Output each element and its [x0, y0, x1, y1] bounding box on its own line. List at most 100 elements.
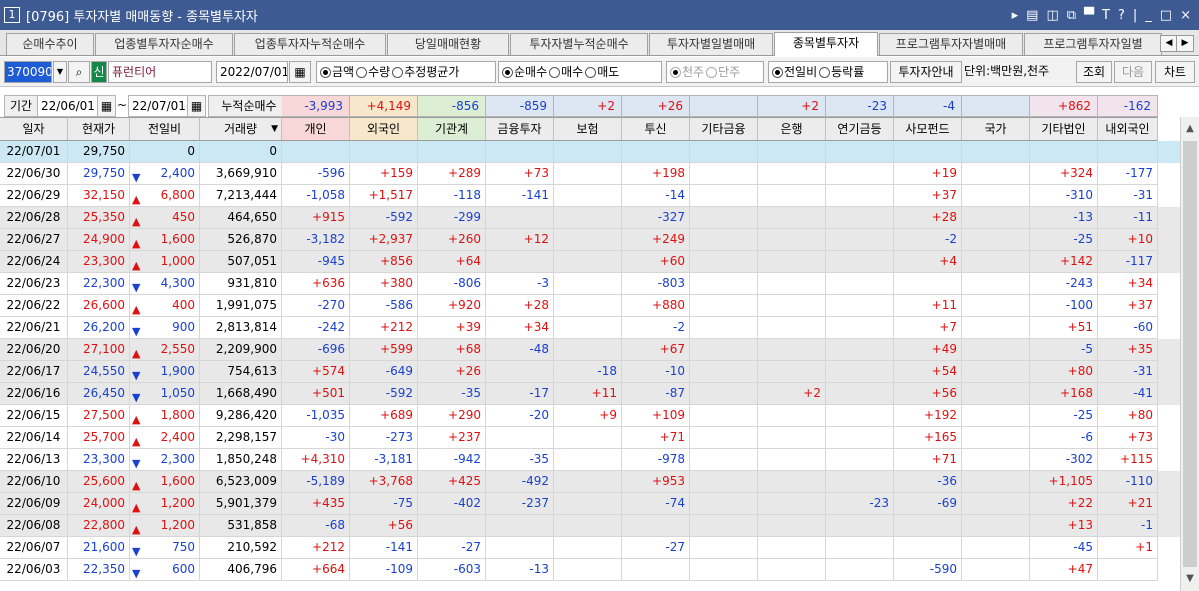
window-control-2[interactable]: ◫ [1046, 8, 1058, 23]
chart-button[interactable]: 차트 [1155, 61, 1195, 83]
window-control-4[interactable]: ▀ [1084, 8, 1094, 23]
window-control-6[interactable]: ? [1118, 8, 1125, 23]
unit_group-option-0[interactable]: 금액 [320, 62, 354, 82]
table-row[interactable]: 22/06/10 25,600 ▲ 1,600 6,523,009 -5,189 +3,76… [0, 471, 1180, 493]
cell-투신: -803 [622, 273, 690, 295]
table-row[interactable]: 22/06/09 24,000 ▲ 1,200 5,901,379 +435 -75 -402… [0, 493, 1180, 515]
table-row[interactable]: 22/06/14 25,700 ▲ 2,400 2,298,157 -30 -273 +237… [0, 427, 1180, 449]
radio-icon[interactable] [585, 66, 597, 78]
tab-8[interactable]: 프로그램투자자일별 [1024, 33, 1162, 55]
scroll-up-icon[interactable]: ▲ [1181, 119, 1199, 139]
period-from-input[interactable]: 22/06/01 [38, 95, 98, 117]
cell-외국인: -592 [350, 383, 418, 405]
window-control-1[interactable]: ▤ [1026, 8, 1038, 23]
cell-내외국인: +21 [1098, 493, 1158, 515]
cell-금융투자: -492 [486, 471, 554, 493]
tab-7[interactable]: 프로그램투자자별매매 [879, 33, 1023, 55]
search-icon[interactable]: ⌕ [68, 61, 90, 83]
table-row[interactable]: 22/06/13 23,300 ▼ 2,300 1,850,248 +4,310 -3,18… [0, 449, 1180, 471]
radio-icon[interactable] [772, 66, 783, 78]
ratio_group-option-0[interactable]: 전일비 [772, 62, 817, 82]
window-control-9[interactable]: □ [1160, 8, 1172, 23]
period-to-input[interactable]: 22/07/01 [128, 95, 188, 117]
radio-icon[interactable] [392, 66, 404, 78]
table-row[interactable]: 22/06/03 22,350 ▼ 600 406,796 +664 -109 -603 -13… [0, 559, 1180, 581]
window-control-5[interactable]: T [1102, 8, 1110, 23]
table-row[interactable]: 22/07/01 29,750 0 0 [0, 141, 1180, 163]
table-row[interactable]: 22/06/28 25,350 ▲ 450 464,650 +915 -592 -299 -32… [0, 207, 1180, 229]
trade_group-option-0[interactable]: 순매수 [502, 62, 547, 82]
unit_group-option-1[interactable]: 수량 [356, 62, 390, 82]
radio-icon[interactable] [356, 66, 368, 78]
cell-volume: 0 [200, 141, 282, 163]
table-row[interactable]: 22/06/17 24,550 ▼ 1,900 754,613 +574 -649 +26 -1… [0, 361, 1180, 383]
table-row[interactable]: 22/06/24 23,300 ▲ 1,000 507,051 -945 +856 +64 +6… [0, 251, 1180, 273]
tab-2[interactable]: 업종투자자누적순매수 [234, 33, 386, 55]
query-button[interactable]: 조회 [1076, 61, 1112, 83]
table-row[interactable]: 22/06/15 27,500 ▲ 1,800 9,286,420 -1,035 +689 +… [0, 405, 1180, 427]
tab-1[interactable]: 업종별투자자순매수 [95, 33, 233, 55]
cell-개인 [282, 141, 350, 163]
volume-sort-icon[interactable]: ▼ [271, 118, 278, 140]
radio-icon[interactable] [670, 66, 681, 78]
stock-code-input[interactable]: 370090 [4, 61, 52, 83]
change-value: 2,550 [160, 342, 195, 356]
cell-price: 32,150 [68, 185, 130, 207]
table-row[interactable]: 22/06/29 32,150 ▲ 6,800 7,213,444 -1,058 +1,51… [0, 185, 1180, 207]
radio-icon[interactable] [706, 66, 718, 78]
tab-0[interactable]: 순매수추이 [6, 33, 94, 55]
ratio_group-option-1[interactable]: 등락률 [819, 62, 864, 82]
window-control-0[interactable]: ▸ [1012, 8, 1019, 23]
cell-보험 [554, 559, 622, 581]
vertical-scrollbar[interactable]: ▲ ▼ [1180, 117, 1199, 591]
radio-icon[interactable] [819, 66, 831, 78]
radio-icon[interactable] [549, 66, 561, 78]
scroll-thumb[interactable] [1183, 141, 1197, 567]
cell-은행: +2 [758, 383, 826, 405]
next-button[interactable]: 다음 [1114, 61, 1152, 83]
scroll-down-icon[interactable]: ▼ [1181, 569, 1199, 589]
table-row[interactable]: 22/06/23 22,300 ▼ 4,300 931,810 +636 +380 -806-… [0, 273, 1180, 295]
tab-next-icon[interactable]: ▶ [1176, 35, 1194, 52]
tab-4[interactable]: 투자자별누적순매수 [510, 33, 648, 55]
cell-외국인: -141 [350, 537, 418, 559]
cell-개인: -242 [282, 317, 350, 339]
ratio-radio-group: 전일비 등락률 [768, 61, 888, 83]
trade_group-option-1[interactable]: 매수 [549, 62, 583, 82]
radio-icon[interactable] [502, 66, 513, 78]
investor-guide-button[interactable]: 투자자안내 [890, 61, 962, 83]
tab-6[interactable]: 종목별투자자 [774, 32, 878, 56]
cell-change: ▼ 900 [130, 317, 200, 339]
column-header-3[interactable]: 거래량 ▼ [200, 117, 282, 141]
table-row[interactable]: 22/06/21 26,200 ▼ 900 2,813,814 -242 +212 +39 +3… [0, 317, 1180, 339]
unit_group-option-2[interactable]: 추정평균가 [392, 62, 459, 82]
share_group-option-0[interactable]: 천주 [670, 62, 704, 82]
cell-내외국인: -31 [1098, 361, 1158, 383]
table-row[interactable]: 22/06/22 26,600 ▲ 400 1,991,075 -270 -586 +920 +… [0, 295, 1180, 317]
window-title: [0796] 투자자별 매매동향 - 종목별투자자 [26, 9, 258, 25]
table-row[interactable]: 22/06/30 29,750 ▼ 2,400 3,669,910 -596 +159 +28… [0, 163, 1180, 185]
period-to-calendar-icon[interactable]: ▦ [188, 95, 206, 117]
trade_group-option-2[interactable]: 매도 [585, 62, 619, 82]
cell-사모펀드: +71 [894, 449, 962, 471]
radio-icon[interactable] [320, 66, 331, 78]
table-row[interactable]: 22/06/27 24,900 ▲ 1,600 526,870 -3,182 +2,937 +… [0, 229, 1180, 251]
window-control-10[interactable]: × [1180, 8, 1191, 23]
table-row[interactable]: 22/06/07 21,600 ▼ 750 210,592 +212 -141 -27 -27-… [0, 537, 1180, 559]
period-from-calendar-icon[interactable]: ▦ [98, 95, 116, 117]
tab-3[interactable]: 당일매매현황 [387, 33, 509, 55]
window-control-3[interactable]: ⧉ [1067, 8, 1076, 23]
window-control-8[interactable]: _ [1145, 8, 1152, 23]
calendar-icon[interactable]: ▦ [289, 61, 311, 83]
stock-dropdown-icon[interactable]: ▼ [53, 61, 67, 83]
date-input[interactable]: 2022/07/01 [216, 61, 288, 83]
cell-외국인: -3,181 [350, 449, 418, 471]
tab-5[interactable]: 투자자별일별매매 [649, 33, 773, 55]
table-row[interactable]: 22/06/20 27,100 ▲ 2,550 2,209,900 -696 +599 +68… [0, 339, 1180, 361]
cell-금융투자: +28 [486, 295, 554, 317]
share_group-option-1[interactable]: 단주 [706, 62, 740, 82]
window-control-7[interactable]: | [1133, 8, 1137, 23]
table-row[interactable]: 22/06/08 22,800 ▲ 1,200 531,858 -68 +56 +13 -1 [0, 515, 1180, 537]
table-row[interactable]: 22/06/16 26,450 ▼ 1,050 1,668,490 +501 -592 -35… [0, 383, 1180, 405]
cell-기타금융 [690, 185, 758, 207]
